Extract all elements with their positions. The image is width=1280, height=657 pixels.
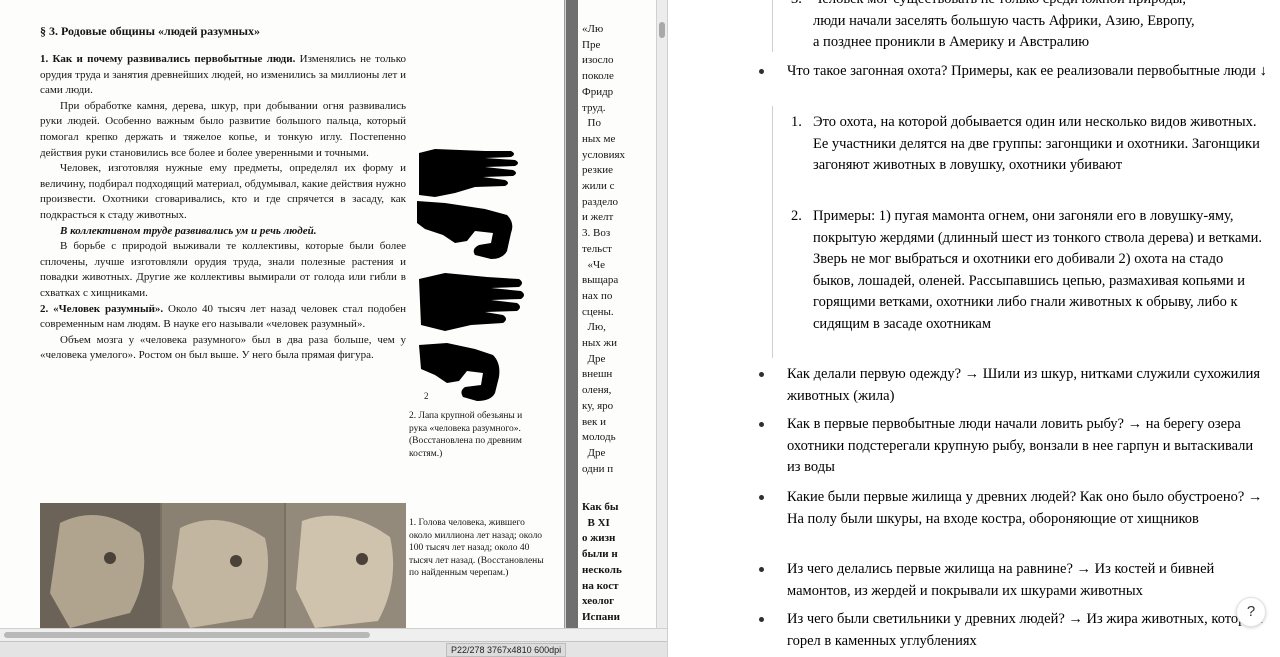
nested-list-rule (772, 106, 773, 358)
horizontal-scrollbar[interactable] (0, 628, 667, 641)
bullet-item-plain[interactable]: Из чего делались первые жилища на равнин… (759, 559, 1267, 602)
bullet-icon (759, 69, 764, 74)
bullet-icon (759, 567, 764, 572)
list-item-3-line-3: а позднее проникли в Америку и Австралию (813, 34, 1090, 50)
scanned-page-right: «Лю Пре изоcло поколе Фридр труд. По ных… (578, 0, 656, 628)
bullet-icon (759, 617, 764, 622)
figure-2-caption: 2. Лапа крупной обезьяны и рука «человек… (409, 411, 523, 459)
list-item-3-line-1: Человек мог существовать не только среди… (813, 0, 1280, 11)
scanned-page-left: § 3. Родовые общины «людей разумных» 1. … (0, 0, 565, 628)
page-gutter (566, 0, 578, 628)
bullet-icon (759, 372, 764, 377)
figure-2-number: 2 (424, 391, 429, 401)
hunt-item-1[interactable]: 1. Это охота, на которой добывается один… (791, 112, 1263, 177)
heads-photo (40, 503, 406, 628)
bullet-item-fish[interactable]: Как в первые первобытные люди начали лов… (759, 414, 1267, 479)
paragraph-3: Человек, изготовляя нужные ему предметы,… (40, 162, 406, 221)
page-status: P22/278 3767x4810 600dpi (446, 643, 567, 657)
section-title: § 3. Родовые общины «людей разумных» (40, 24, 261, 38)
vertical-scrollbar[interactable] (656, 0, 667, 628)
list-item-3[interactable]: 3. Человек мог существовать не только ср… (791, 0, 1280, 54)
bullet-item-lamps[interactable]: Из чего были светильники у древних людей… (759, 609, 1263, 652)
paragraph-4: В коллективном труде развивались ум и ре… (60, 224, 317, 237)
page-body-text: 1. Как и почему развивались первобытные … (40, 52, 406, 364)
figure-1-caption: 1. Голова человека, жившего около миллио… (409, 518, 544, 579)
paragraph-2: При обработке камня, дерева, шкур, при д… (40, 99, 406, 159)
book-viewer[interactable]: § 3. Родовые общины «людей разумных» 1. … (0, 0, 667, 657)
list-item-3-line-2: люди начали заселять большую часть Африк… (813, 12, 1195, 29)
right-page-text-lower: Как бы В XI о жизн были н несколь на кос… (582, 501, 622, 628)
bullet-item-clothes[interactable]: Как делали первую одежду? → Шили из шкур… (759, 364, 1263, 407)
hands-illustration (417, 149, 524, 401)
status-bar: P22/278 3767x4810 600dpi (0, 641, 667, 657)
paragraph-7: Объем мозга у «человека разумного» был в… (40, 333, 406, 362)
bullet-icon (759, 422, 764, 427)
paragraph-6: 2. «Человек разумный». Около 40 тысяч ле… (40, 302, 406, 331)
vertical-scroll-thumb[interactable] (659, 22, 665, 38)
bullet-icon (759, 495, 764, 500)
paragraph-1: 1. Как и почему развивались первобытные … (40, 53, 406, 97)
bullet-item-hunting[interactable]: Что такое загонная охота? Примеры, как е… (759, 61, 1280, 83)
nested-list-rule (772, 0, 773, 52)
hunt-item-2[interactable]: 2. Примеры: 1) пугая мамонта огнем, они … (791, 206, 1263, 335)
right-page-text: «Лю Пре изоcло поколе Фридр труд. По ных… (582, 23, 626, 475)
bullet-item-dwelling[interactable]: Какие были первые жилища у древних людей… (759, 487, 1263, 530)
help-button[interactable]: ? (1236, 597, 1266, 627)
horizontal-scroll-thumb[interactable] (4, 632, 370, 638)
paragraph-5: В борьбе с природой выживали те коллекти… (40, 240, 406, 299)
